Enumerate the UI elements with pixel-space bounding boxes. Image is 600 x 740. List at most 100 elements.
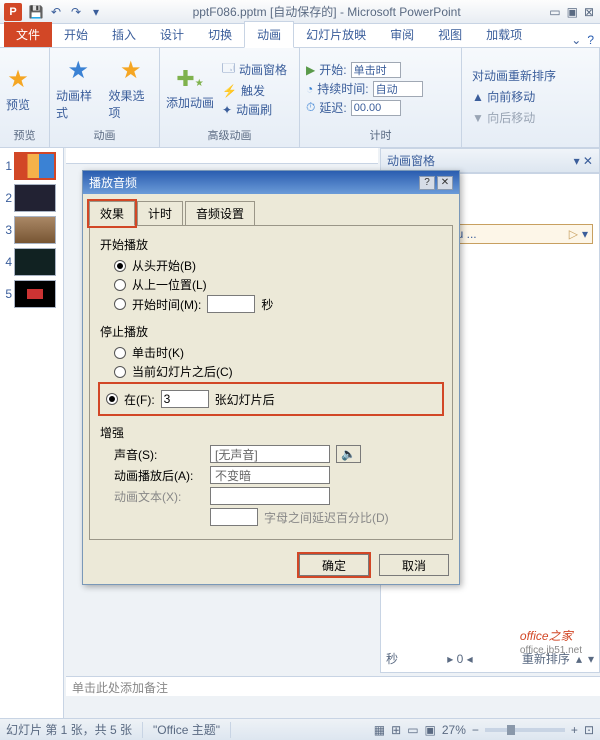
anim-styles-label: 动画样式 [56, 87, 101, 121]
start-label: 开始: [319, 61, 346, 78]
animation-styles-button[interactable]: ★动画样式 [56, 56, 101, 121]
delay-input[interactable]: 00.00 [351, 100, 401, 116]
group-animation: 动画 [56, 125, 153, 143]
notes-pane[interactable]: 单击此处添加备注 [66, 676, 600, 696]
sound-select[interactable]: [无声音] [210, 445, 330, 463]
group-advanced: 高级动画 [166, 125, 293, 143]
window-controls: ▭ ▣ ⊠ [549, 5, 594, 19]
tab-design[interactable]: 设计 [148, 22, 196, 47]
tab-transitions[interactable]: 切换 [196, 22, 244, 47]
item-menu-icon[interactable]: ▾ [582, 227, 588, 241]
pane-dropdown-icon[interactable]: ▾ ✕ [574, 154, 593, 168]
workspace: 1 2 3 4 5 动画窗格▾ ✕ ▷ ows In You ... ▷ ▾ 秒… [0, 148, 600, 718]
add-animation-button[interactable]: ✚★添加动画 [166, 66, 214, 111]
quick-access-toolbar: 💾 ↶ ↷ ▾ [28, 4, 104, 20]
view-slideshow-icon[interactable]: ▣ [425, 723, 436, 737]
radio-on-click[interactable] [114, 347, 126, 359]
anim-text-select [210, 487, 330, 505]
stop-playback-section: 停止播放 [100, 323, 442, 340]
delay-label: 延迟: [319, 99, 346, 116]
view-sorter-icon[interactable]: ⊞ [391, 723, 401, 737]
radio-from-last[interactable] [114, 279, 126, 291]
zoom-level[interactable]: 27% [442, 723, 466, 737]
animation-painter-button[interactable]: ✦ 动画刷 [222, 101, 287, 118]
dialog-titlebar[interactable]: 播放音频 ?✕ [83, 171, 459, 194]
radio-after-n-slides[interactable] [106, 393, 118, 405]
animation-pane-button[interactable]: 🗔 动画窗格 [222, 59, 287, 80]
start-playback-section: 开始播放 [100, 236, 442, 253]
cancel-button[interactable]: 取消 [379, 554, 449, 576]
sound-label: 声音(S): [114, 446, 204, 463]
ribbon-tabs: 文件 开始 插入 设计 切换 动画 幻灯片放映 审阅 视图 加载项 ⌄ ? [0, 24, 600, 48]
dialog-help-icon[interactable]: ? [419, 176, 435, 190]
radio-start-time[interactable] [114, 298, 126, 310]
tab-insert[interactable]: 插入 [100, 22, 148, 47]
reorder-down-icon[interactable]: ▾ [588, 652, 594, 666]
slide-thumb-1[interactable]: 1 [2, 152, 61, 180]
duration-label: 持续时间: [317, 80, 368, 97]
duration-icon: ◔ [306, 82, 313, 96]
duration-input[interactable]: 自动 [373, 81, 423, 97]
dialog-tab-audio[interactable]: 音频设置 [185, 201, 255, 226]
tab-home[interactable]: 开始 [52, 22, 100, 47]
delay-icon: ⏱ [306, 100, 315, 115]
move-earlier-button[interactable]: ▲ 向前移动 [472, 88, 556, 105]
fit-icon[interactable]: ⊡ [584, 723, 594, 737]
slide-count: 幻灯片 第 1 张，共 5 张 [6, 721, 132, 738]
effect-options-button[interactable]: ★效果选项 [109, 56, 154, 121]
radio-after-current[interactable] [114, 366, 126, 378]
sound-preview-icon[interactable]: 🔈 [336, 445, 361, 463]
ribbon-minimize-icon[interactable]: ⌄ [571, 33, 581, 47]
watermark: office之家office.jb51.net [520, 624, 582, 656]
close-icon[interactable]: ⊠ [584, 5, 594, 19]
after-play-label: 动画播放后(A): [114, 467, 204, 484]
tab-view[interactable]: 视图 [426, 22, 474, 47]
preview-label: 预览 [6, 96, 30, 113]
dialog-close-icon[interactable]: ✕ [437, 176, 453, 190]
app-icon: P [4, 3, 22, 21]
slide-thumb-5[interactable]: 5 [2, 280, 61, 308]
radio-from-beginning[interactable] [114, 260, 126, 272]
redo-icon[interactable]: ↷ [68, 4, 84, 20]
move-later-button[interactable]: ▼ 向后移动 [472, 109, 556, 126]
undo-icon[interactable]: ↶ [48, 4, 64, 20]
highlighted-option: 在(F): 3 张幻灯片后 [100, 384, 442, 414]
slides-count-input[interactable]: 3 [161, 390, 209, 408]
tab-slideshow[interactable]: 幻灯片放映 [294, 22, 378, 47]
qat-menu-icon[interactable]: ▾ [88, 4, 104, 20]
start-time-input[interactable] [207, 295, 255, 313]
letter-delay-input [210, 508, 258, 526]
dialog-tab-timing[interactable]: 计时 [137, 201, 183, 226]
help-icon[interactable]: ? [587, 33, 594, 47]
view-normal-icon[interactable]: ▦ [374, 723, 385, 737]
window-title: pptF086.pptm [自动保存的] - Microsoft PowerPo… [104, 3, 549, 20]
start-select[interactable]: 单击时 [351, 62, 401, 78]
group-preview: 预览 [6, 125, 43, 143]
play-audio-dialog: 播放音频 ?✕ 效果 计时 音频设置 开始播放 从头开始(B) 从上一位置(L)… [82, 170, 460, 585]
zoom-slider[interactable] [485, 728, 565, 732]
minimize-icon[interactable]: ▭ [549, 5, 560, 19]
seconds-label: 秒 [386, 650, 398, 667]
slide-thumb-4[interactable]: 4 [2, 248, 61, 276]
trigger-button[interactable]: ⚡ 触发 [222, 82, 287, 99]
zoom-in-icon[interactable]: + [571, 723, 578, 737]
dialog-tab-effect[interactable]: 效果 [89, 201, 135, 226]
preview-button[interactable]: ★预览 [6, 65, 30, 113]
tab-addins[interactable]: 加载项 [474, 22, 534, 47]
item-play-icon[interactable]: ▷ [569, 227, 578, 241]
slide-thumb-2[interactable]: 2 [2, 184, 61, 212]
status-bar: 幻灯片 第 1 张，共 5 张 "Office 主题" ▦ ⊞ ▭ ▣ 27% … [0, 718, 600, 740]
maximize-icon[interactable]: ▣ [567, 5, 578, 19]
view-reading-icon[interactable]: ▭ [407, 723, 418, 737]
reorder-title: 对动画重新排序 [472, 67, 556, 84]
tab-animations[interactable]: 动画 [244, 21, 294, 48]
ok-button[interactable]: 确定 [299, 554, 369, 576]
slide-thumb-3[interactable]: 3 [2, 216, 61, 244]
zoom-out-icon[interactable]: − [472, 723, 479, 737]
ruler [66, 148, 378, 164]
title-bar: P 💾 ↶ ↷ ▾ pptF086.pptm [自动保存的] - Microso… [0, 0, 600, 24]
tab-file[interactable]: 文件 [4, 22, 52, 47]
after-play-select[interactable]: 不变暗 [210, 466, 330, 484]
tab-review[interactable]: 审阅 [378, 22, 426, 47]
save-icon[interactable]: 💾 [28, 4, 44, 20]
